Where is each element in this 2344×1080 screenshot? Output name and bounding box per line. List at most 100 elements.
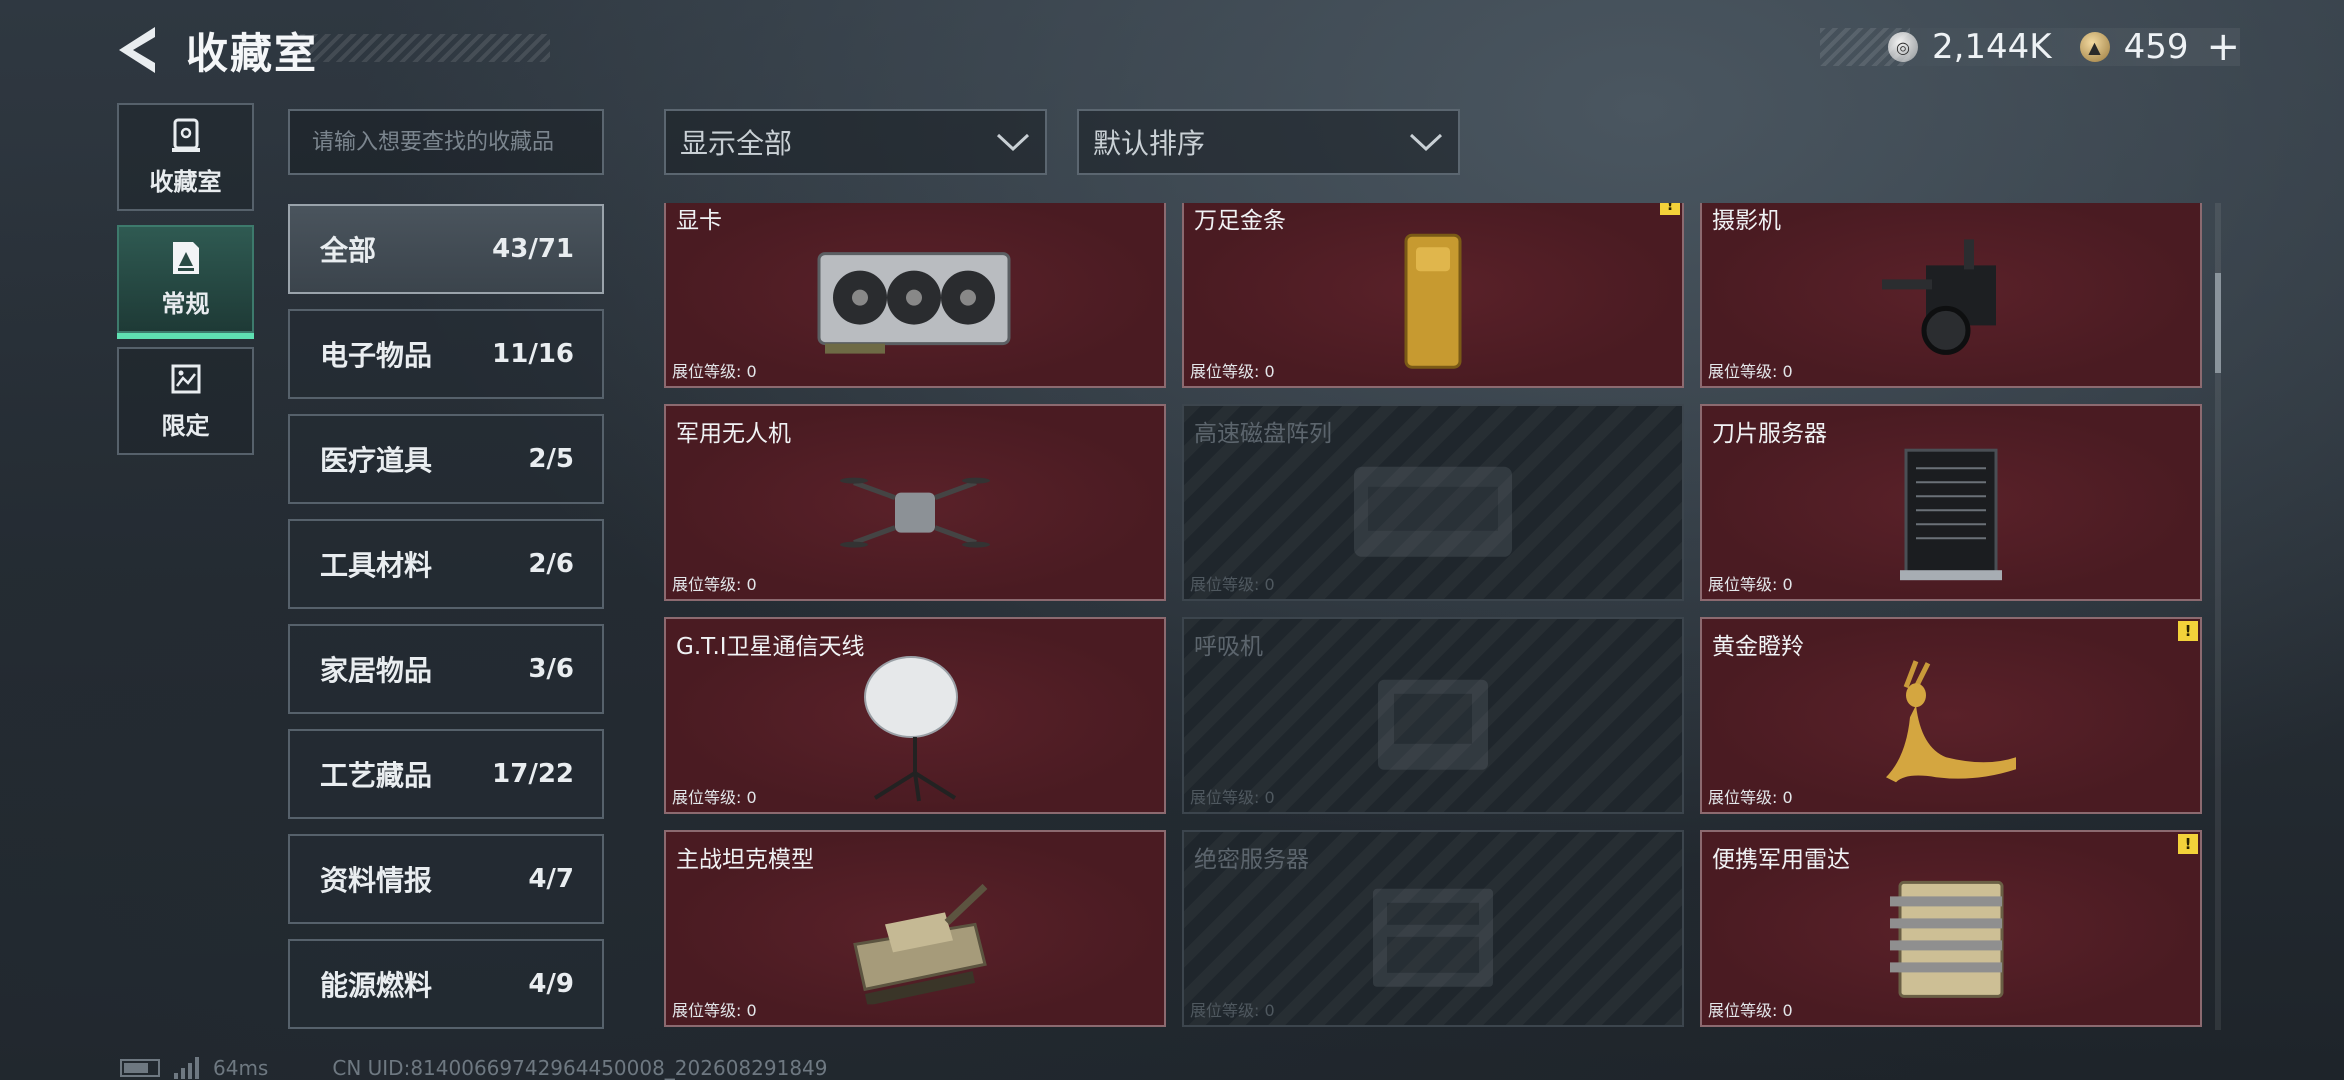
category-count: 3/6	[528, 654, 574, 684]
card-level: 展位等级: 0	[672, 575, 757, 594]
category-count: 43/71	[492, 234, 574, 264]
collectible-card[interactable]: 绝密服务器 展位等级: 0	[1182, 830, 1684, 1027]
status-footer: 64ms CN UID:81400669742964450008_2026082…	[120, 1056, 828, 1080]
card-name: 高速磁盘阵列	[1194, 421, 1332, 447]
category-electronics[interactable]: 电子物品 11/16	[288, 309, 604, 399]
card-name: 军用无人机	[676, 421, 791, 447]
nav-regular[interactable]: 常规	[117, 225, 254, 339]
collectible-grid: 显卡 展位等级: 0 万足金条 ! 展位等级: 0 摄影机 展位等级: 0 军用…	[664, 203, 2204, 1030]
filter-dropdown-label: 显示全部	[680, 127, 793, 160]
category-list: 全部 43/71 电子物品 11/16 医疗道具 2/5 工具材料 2/6 家居…	[288, 204, 604, 1044]
category-label: 医疗道具	[320, 444, 433, 477]
category-label: 家居物品	[320, 654, 433, 687]
battery-icon	[120, 1059, 160, 1077]
disk-array-icon	[1354, 466, 1512, 557]
category-crafts[interactable]: 工艺藏品 17/22	[288, 729, 604, 819]
tank-model-icon	[853, 883, 988, 1004]
nav-collection-room[interactable]: 收藏室	[117, 103, 254, 211]
card-level: 展位等级: 0	[1190, 575, 1275, 594]
back-button[interactable]	[112, 22, 162, 78]
alert-icon: !	[2178, 621, 2198, 641]
card-name: 主战坦克模型	[676, 847, 814, 873]
card-name: 呼吸机	[1194, 634, 1263, 660]
sort-dropdown-label: 默认排序	[1093, 127, 1206, 160]
category-count: 4/9	[528, 969, 574, 999]
category-medical[interactable]: 医疗道具 2/5	[288, 414, 604, 504]
category-household[interactable]: 家居物品 3/6	[288, 624, 604, 714]
gold-coin-icon: ▲	[2079, 32, 2110, 62]
filter-dropdown[interactable]: 显示全部	[664, 109, 1047, 175]
nav-label: 常规	[161, 289, 210, 318]
card-level: 展位等级: 0	[1708, 362, 1793, 381]
category-count: 4/7	[528, 864, 574, 894]
nav-label: 收藏室	[149, 167, 222, 196]
card-name: 显卡	[676, 208, 722, 234]
category-label: 电子物品	[320, 339, 433, 372]
uid-text: CN UID:81400669742964450008_202608291849	[332, 1056, 828, 1080]
regular-icon	[172, 241, 199, 274]
card-name: G.T.I卫星通信天线	[676, 634, 865, 660]
grid-scrollbar[interactable]	[2215, 203, 2221, 1030]
category-energy[interactable]: 能源燃料 4/9	[288, 939, 604, 1029]
card-level: 展位等级: 0	[672, 788, 757, 807]
scroll-thumb[interactable]	[2215, 273, 2221, 373]
left-nav: 收藏室 常规 限定	[117, 103, 254, 469]
gold-currency-value: 459	[2123, 27, 2189, 67]
portable-radar-icon	[1890, 880, 2004, 998]
collectible-card[interactable]: G.T.I卫星通信天线 展位等级: 0	[664, 617, 1166, 814]
collectible-card[interactable]: 主战坦克模型 展位等级: 0	[664, 830, 1166, 1027]
card-level: 展位等级: 0	[1708, 575, 1793, 594]
collectible-card[interactable]: 黄金瞪羚 ! 展位等级: 0	[1700, 617, 2202, 814]
collectible-card[interactable]: 高速磁盘阵列 展位等级: 0	[1182, 404, 1684, 601]
chevron-down-icon	[1409, 133, 1443, 152]
alert-icon: !	[1660, 203, 1680, 215]
ping-text: 64ms	[213, 1056, 269, 1080]
collectible-card[interactable]: 军用无人机 展位等级: 0	[664, 404, 1166, 601]
card-name: 绝密服务器	[1194, 847, 1309, 873]
card-name: 摄影机	[1712, 208, 1781, 234]
silver-currency-value: 2,144K	[1931, 27, 2052, 67]
collectible-card[interactable]: 显卡 展位等级: 0	[664, 203, 1166, 388]
collection-room-icon	[171, 118, 200, 152]
gold-bar-icon	[1404, 233, 1462, 369]
search-input[interactable]	[312, 129, 602, 155]
secret-server-icon	[1373, 888, 1493, 987]
card-name: 便携军用雷达	[1712, 847, 1850, 873]
category-intel[interactable]: 资料情报 4/7	[288, 834, 604, 924]
add-currency-button[interactable]: +	[2206, 24, 2240, 70]
back-arrow-icon	[119, 27, 155, 73]
currency-stripe	[1820, 28, 1910, 66]
card-name: 刀片服务器	[1712, 421, 1827, 447]
category-count: 2/5	[528, 444, 574, 474]
drone-icon	[840, 477, 990, 548]
category-label: 资料情报	[320, 864, 433, 897]
category-label: 全部	[320, 234, 377, 267]
graphics-card-icon	[817, 251, 1011, 354]
blade-server-icon	[1900, 448, 2002, 580]
card-level: 展位等级: 0	[672, 1001, 757, 1020]
category-tools[interactable]: 工具材料 2/6	[288, 519, 604, 609]
search-box[interactable]	[288, 109, 604, 175]
signal-icon	[174, 1057, 199, 1079]
collectible-card[interactable]: 呼吸机 展位等级: 0	[1182, 617, 1684, 814]
collectible-card[interactable]: 摄影机 展位等级: 0	[1700, 203, 2202, 388]
collectible-card[interactable]: 万足金条 ! 展位等级: 0	[1182, 203, 1684, 388]
sort-dropdown[interactable]: 默认排序	[1077, 109, 1460, 175]
chevron-down-icon	[996, 133, 1030, 152]
collectible-card[interactable]: 便携军用雷达 ! 展位等级: 0	[1700, 830, 2202, 1027]
nav-label: 限定	[161, 411, 210, 440]
category-count: 17/22	[492, 759, 574, 789]
page-title: 收藏室	[186, 29, 319, 78]
card-level: 展位等级: 0	[1708, 1001, 1793, 1020]
card-name: 黄金瞪羚	[1712, 634, 1804, 660]
title-stripe	[300, 34, 550, 62]
collectible-card[interactable]: 刀片服务器 展位等级: 0	[1700, 404, 2202, 601]
golden-gazelle-icon	[1886, 659, 2016, 782]
category-all[interactable]: 全部 43/71	[288, 204, 604, 294]
alert-icon: !	[2178, 834, 2198, 854]
nav-limited[interactable]: 限定	[117, 347, 254, 455]
category-label: 工具材料	[320, 549, 433, 582]
satellite-dish-icon	[864, 655, 958, 801]
card-level: 展位等级: 0	[1190, 362, 1275, 381]
card-level: 展位等级: 0	[1190, 788, 1275, 807]
